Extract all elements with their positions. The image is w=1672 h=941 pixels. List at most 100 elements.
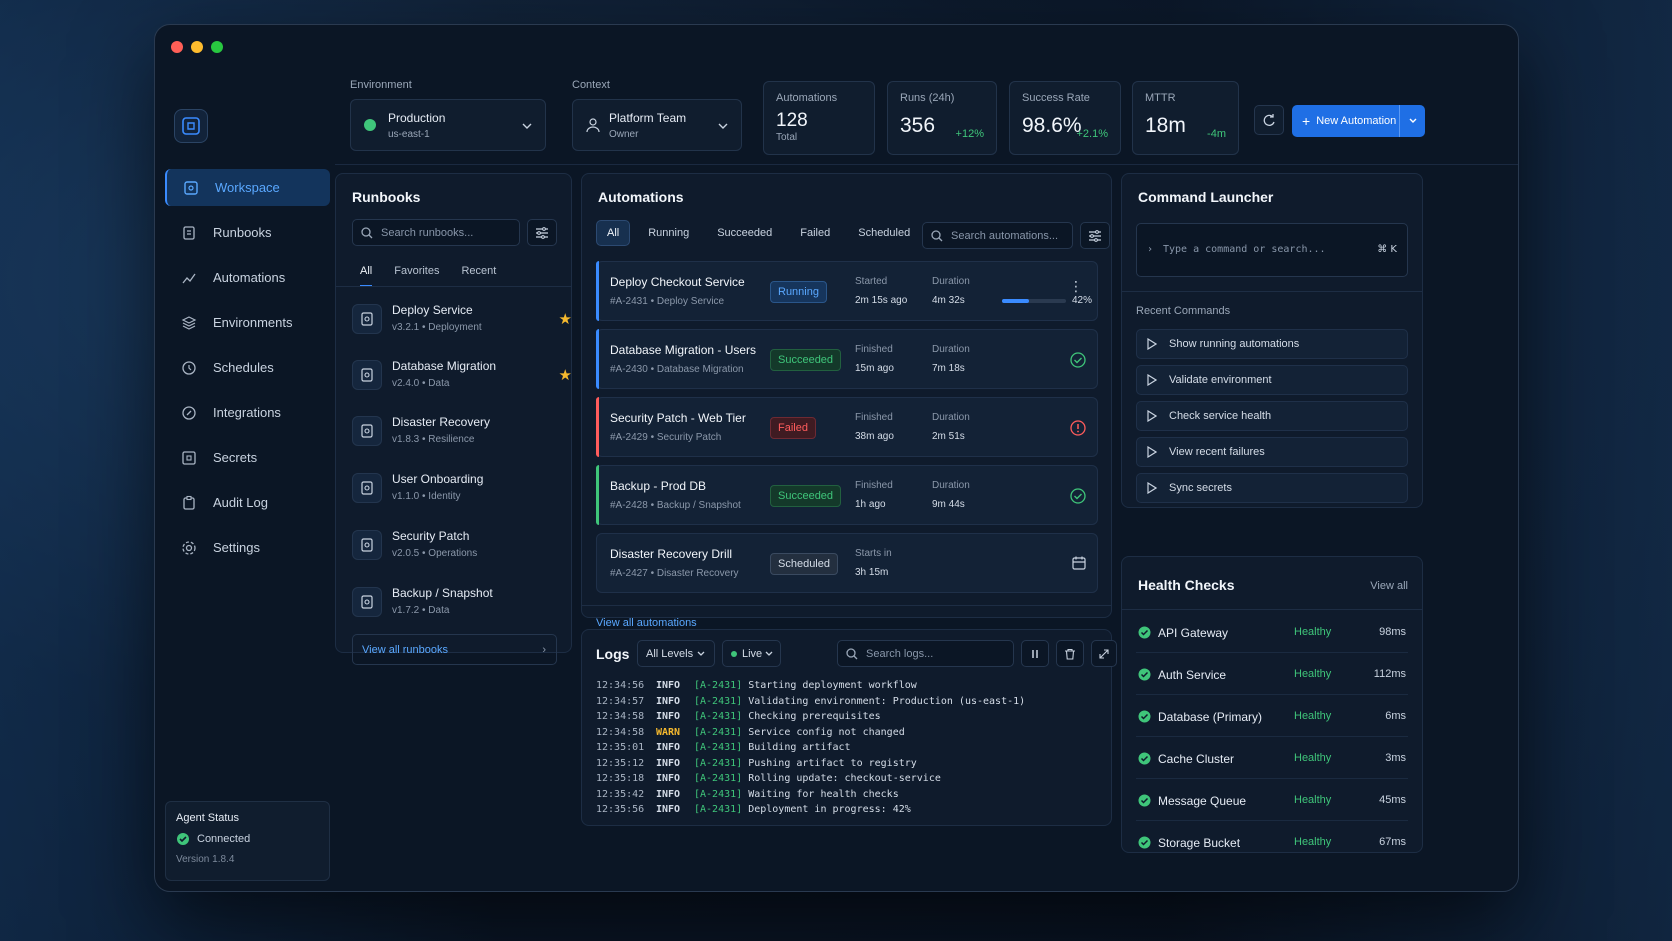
sidebar-item-automations[interactable]: Automations [165,259,330,296]
time-key: Finished [855,344,893,355]
clear-logs-button[interactable] [1056,640,1084,667]
runbooks-filter-button[interactable] [527,219,557,246]
titlebar [155,25,1518,67]
service-status: Healthy [1294,794,1332,806]
sidebar-item-schedules[interactable]: Schedules [165,349,330,386]
app-window: Workspace Runbooks Automations Environme… [154,24,1519,892]
automations-panel: Automations All Running Succeeded Failed… [581,173,1112,618]
command-item[interactable]: Show running automations [1136,329,1408,359]
list-item[interactable]: Storage Bucket Healthy 67ms [1136,823,1408,863]
tab-all[interactable]: All [596,220,631,246]
list-item[interactable]: Cache Cluster Healthy 3ms [1136,739,1408,779]
command-label: Validate environment [1169,374,1272,386]
tab-all[interactable]: All [360,265,373,287]
command-item[interactable]: View recent failures [1136,437,1408,467]
new-automation-dropdown[interactable] [1399,105,1425,137]
stat-success-rate: Success Rate 98.6% +2.1% [1009,81,1121,155]
log-message: Checking prerequisites [748,711,881,722]
table-row[interactable]: Deploy Checkout Service #A-2431 • Deploy… [596,261,1098,321]
list-item[interactable]: Database (Primary) Healthy 6ms [1136,697,1408,737]
environment-select[interactable]: Production us-east-1 [350,99,546,151]
log-message: Waiting for health checks [748,788,899,800]
sidebar-item-audit-log[interactable]: Audit Log [165,484,330,521]
logo-icon [182,117,200,135]
list-item[interactable]: Backup / Snapshot v1.7.2 • Data [352,583,572,631]
duration-key: Duration [932,480,970,491]
chevron-down-icon [1409,118,1416,123]
health-view-all-link[interactable]: View all [1370,580,1408,592]
list-item[interactable]: Database Migration v2.4.0 • Data ★ [352,356,572,404]
runbook-icon [352,304,382,334]
expand-button[interactable] [1091,640,1117,667]
pause-icon [1032,649,1038,658]
calendar-icon [1072,556,1086,570]
log-level: INFO [656,788,681,800]
list-item[interactable]: Message Queue Healthy 45ms [1136,781,1408,821]
more-menu-icon[interactable]: ⋮ [1069,279,1083,293]
chevron-down-icon [718,123,728,129]
search-placeholder: Search logs... [866,647,934,660]
list-item[interactable]: API Gateway Healthy 98ms [1136,613,1408,653]
sidebar-item-integrations[interactable]: Integrations [165,394,330,431]
table-row[interactable]: Security Patch - Web Tier #A-2429 • Secu… [596,397,1098,457]
filter-icon [536,226,548,239]
sidebar-item-settings[interactable]: Settings [165,529,330,566]
log-id: [A-2431] [694,695,743,707]
minimize-window-button[interactable] [191,41,203,53]
service-latency: 67ms [1379,836,1406,848]
automations-search-input[interactable]: Search automations... [922,222,1073,249]
maximize-window-button[interactable] [211,41,223,53]
log-line: 12:35:18 INFO [A-2431] Rolling update: che… [596,771,1025,787]
command-item[interactable]: Validate environment [1136,365,1408,395]
list-item[interactable]: Auth Service Healthy 112ms [1136,655,1408,695]
sidebar-item-secrets[interactable]: Secrets [165,439,330,476]
tab-recent[interactable]: Recent [461,265,496,287]
live-toggle[interactable]: Live [722,640,781,667]
runbooks-title: Runbooks [352,189,421,205]
log-level: INFO [656,742,681,753]
command-item[interactable]: Sync secrets [1136,473,1408,503]
table-row[interactable]: Disaster Recovery Drill #A-2427 • Disast… [596,533,1098,593]
new-automation-button[interactable]: + New Automation [1292,105,1425,137]
tab-favorites[interactable]: Favorites [394,265,439,287]
command-label: Sync secrets [1169,482,1232,494]
sidebar-item-label: Environments [213,315,293,330]
log-timestamp: 12:34:57 [596,695,645,707]
tab-scheduled[interactable]: Scheduled [848,221,920,245]
refresh-button[interactable] [1254,105,1284,135]
star-icon[interactable]: ★ [559,310,572,328]
list-item[interactable]: User Onboarding v1.1.0 • Identity [352,469,572,517]
list-item[interactable]: Deploy Service v3.2.1 • Deployment ★ [352,300,572,348]
list-item[interactable]: Security Patch v2.0.5 • Operations [352,526,572,574]
table-row[interactable]: Backup - Prod DB #A-2428 • Backup / Snap… [596,465,1098,525]
tab-running[interactable]: Running [638,221,699,245]
star-icon[interactable]: ★ [559,366,572,384]
automation-meta: #A-2431 • Deploy Service [610,296,725,307]
close-window-button[interactable] [171,41,183,53]
log-id: [A-2431] [694,757,743,769]
context-select[interactable]: Platform Team Owner [572,99,742,151]
runbooks-search-input[interactable]: Search runbooks... [352,219,520,246]
app-logo[interactable] [174,109,208,143]
pause-button[interactable] [1021,640,1049,667]
command-label: Check service health [1169,410,1272,422]
automations-filter-button[interactable] [1080,222,1110,249]
check-circle-icon [1138,668,1151,681]
view-all-automations-link[interactable]: View all automations [596,617,697,629]
sidebar-item-environments[interactable]: Environments [165,304,330,341]
table-row[interactable]: Database Migration - Users #A-2430 • Dat… [596,329,1098,389]
command-input[interactable]: › Type a command or search... ⌘ K [1136,223,1408,277]
list-item[interactable]: Disaster Recovery v1.8.3 • Resilience [352,412,572,460]
view-all-runbooks-link[interactable]: View all runbooks › [352,634,557,665]
plus-icon: + [1302,113,1311,129]
command-item[interactable]: Check service health [1136,401,1408,431]
sidebar-item-workspace[interactable]: Workspace [165,169,330,206]
log-level: INFO [656,695,681,707]
log-level-select[interactable]: All Levels [637,640,715,667]
sidebar-item-runbooks[interactable]: Runbooks [165,214,330,251]
tab-succeeded[interactable]: Succeeded [707,221,782,245]
logs-search-input[interactable]: Search logs... [837,640,1014,667]
runbooks-icon [179,223,199,243]
service-status: Healthy [1294,836,1332,848]
tab-failed[interactable]: Failed [790,221,840,245]
